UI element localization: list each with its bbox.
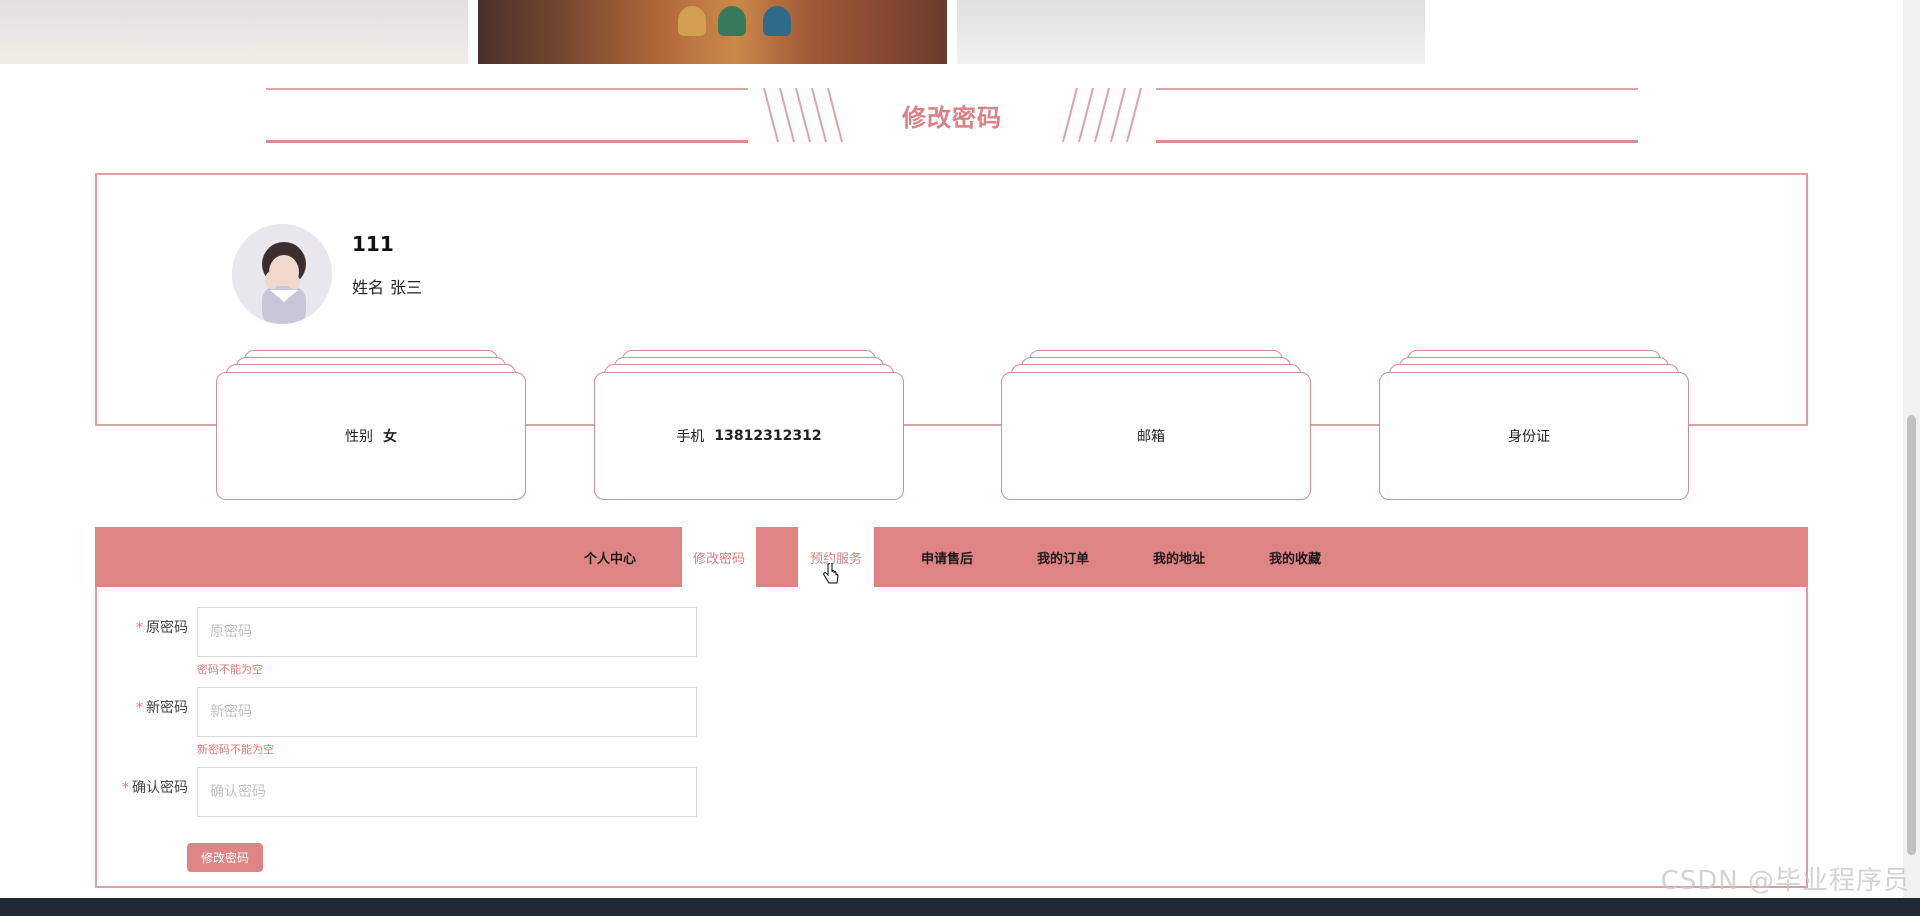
footer-bar (0, 898, 1920, 916)
profile-realname: 姓名 张三 (352, 274, 428, 298)
new-password-label: * 新密码 (136, 700, 188, 716)
profile-username: 111 (352, 232, 394, 256)
confirm-password-input[interactable] (197, 767, 697, 817)
scrollbar[interactable] (1903, 0, 1920, 898)
tab-change-password[interactable]: 修改密码 (682, 527, 756, 587)
divider-line (266, 140, 748, 143)
confirm-password-label: * 确认密码 (122, 780, 188, 796)
user-center-tabs: 个人中心 修改密码 预约服务 申请售后 我的订单 我的地址 我的收藏 (95, 527, 1808, 587)
card-value: 13812312312 (714, 428, 822, 444)
card-label: 手机 (676, 429, 705, 445)
realname-value: 张三 (390, 278, 423, 297)
banner-image-city-left (0, 0, 468, 64)
tab-after-sales[interactable]: 申请售后 (907, 527, 987, 587)
scrollbar-thumb[interactable] (1907, 415, 1916, 855)
slash-decoration (1062, 88, 1142, 142)
info-card-phone: 手机 13812312312 (594, 350, 904, 500)
page-title: 修改密码 (902, 104, 1002, 132)
tab-personal-center[interactable]: 个人中心 (560, 527, 660, 587)
divider-line (1156, 140, 1638, 143)
info-card-email: 邮箱 (1001, 350, 1311, 500)
realname-label: 姓名 (352, 278, 385, 297)
old-password-input[interactable] (197, 607, 697, 657)
avatar (232, 224, 332, 324)
card-label: 性别 (345, 429, 373, 445)
hand-pointer-icon (823, 563, 839, 584)
section-header: 修改密码 (266, 88, 1638, 143)
dome-decoration (678, 6, 706, 36)
banner-strip (0, 0, 1920, 66)
divider-line (266, 88, 748, 90)
dome-decoration (718, 6, 746, 36)
tab-my-address[interactable]: 我的地址 (1139, 527, 1219, 587)
info-card-idcard: 身份证 (1379, 350, 1689, 500)
old-password-error: 密码不能为空 (197, 663, 263, 676)
tab-my-orders[interactable]: 我的订单 (1023, 527, 1103, 587)
card-label: 身份证 (1508, 429, 1550, 445)
tab-my-favorites[interactable]: 我的收藏 (1255, 527, 1335, 587)
new-password-error: 新密码不能为空 (197, 743, 274, 756)
info-card-gender: 性别 女 (216, 350, 526, 500)
banner-image-cathedral (478, 0, 947, 64)
watermark: CSDN @毕业程序员 (1660, 866, 1910, 896)
divider-line (1156, 88, 1638, 90)
change-password-button[interactable]: 修改密码 (187, 843, 263, 872)
dome-decoration (763, 6, 791, 36)
new-password-input[interactable] (197, 687, 697, 737)
card-label: 邮箱 (1137, 429, 1165, 445)
card-value: 女 (383, 429, 397, 445)
old-password-label: * 原密码 (136, 620, 188, 636)
slash-decoration (763, 88, 843, 142)
banner-image-city-right (957, 0, 1425, 64)
